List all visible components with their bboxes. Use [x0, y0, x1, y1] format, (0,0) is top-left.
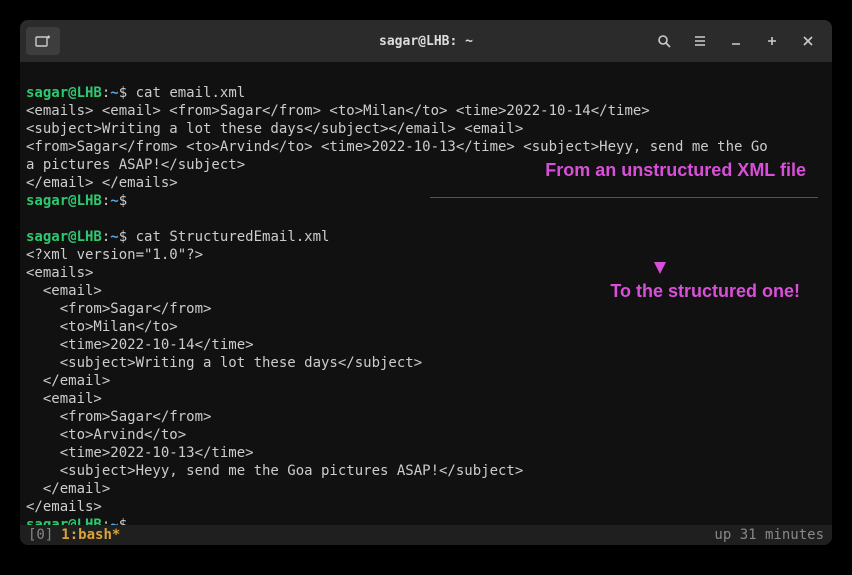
- arrow-down-icon: [650, 186, 670, 276]
- menu-button[interactable]: [682, 26, 718, 56]
- status-uptime: up 31 minutes: [714, 526, 824, 544]
- terminal-body[interactable]: sagar@LHB:~$ cat email.xml <emails> <ema…: [20, 62, 832, 545]
- plus-icon: [766, 35, 778, 47]
- minimize-icon: [730, 35, 742, 47]
- search-button[interactable]: [646, 26, 682, 56]
- close-icon: [802, 35, 814, 47]
- annotation-bottom: To the structured one!: [610, 282, 800, 300]
- command-2: cat StructuredEmail.xml: [127, 229, 329, 245]
- prompt-dollar: $: [119, 193, 127, 209]
- prompt-path: ~: [110, 229, 118, 245]
- titlebar: sagar@LHB: ~: [20, 20, 832, 62]
- new-tab-button[interactable]: [26, 27, 60, 55]
- minimize-button[interactable]: [718, 26, 754, 56]
- prompt-dollar: $: [119, 229, 127, 245]
- terminal-window: sagar@LHB: ~: [20, 20, 832, 545]
- prompt-dollar: $: [119, 85, 127, 101]
- prompt-user: sagar@LHB: [26, 85, 102, 101]
- maximize-button[interactable]: [754, 26, 790, 56]
- new-tab-icon: [35, 34, 51, 48]
- prompt-path: ~: [110, 193, 118, 209]
- command-1: cat email.xml: [127, 85, 245, 101]
- output-2: <?xml version="1.0"?> <emails> <email> <…: [26, 247, 523, 515]
- status-bar: [0] 1:bash* up 31 minutes: [20, 525, 832, 545]
- hamburger-icon: [693, 34, 707, 48]
- search-icon: [657, 34, 671, 48]
- status-index: [0]: [28, 526, 53, 544]
- close-button[interactable]: [790, 26, 826, 56]
- status-process: 1:bash*: [61, 526, 120, 544]
- annotation-top: From an unstructured XML file: [545, 161, 806, 179]
- separator-line: [430, 197, 818, 198]
- prompt-path: ~: [110, 85, 118, 101]
- prompt-user: sagar@LHB: [26, 193, 102, 209]
- prompt-user: sagar@LHB: [26, 229, 102, 245]
